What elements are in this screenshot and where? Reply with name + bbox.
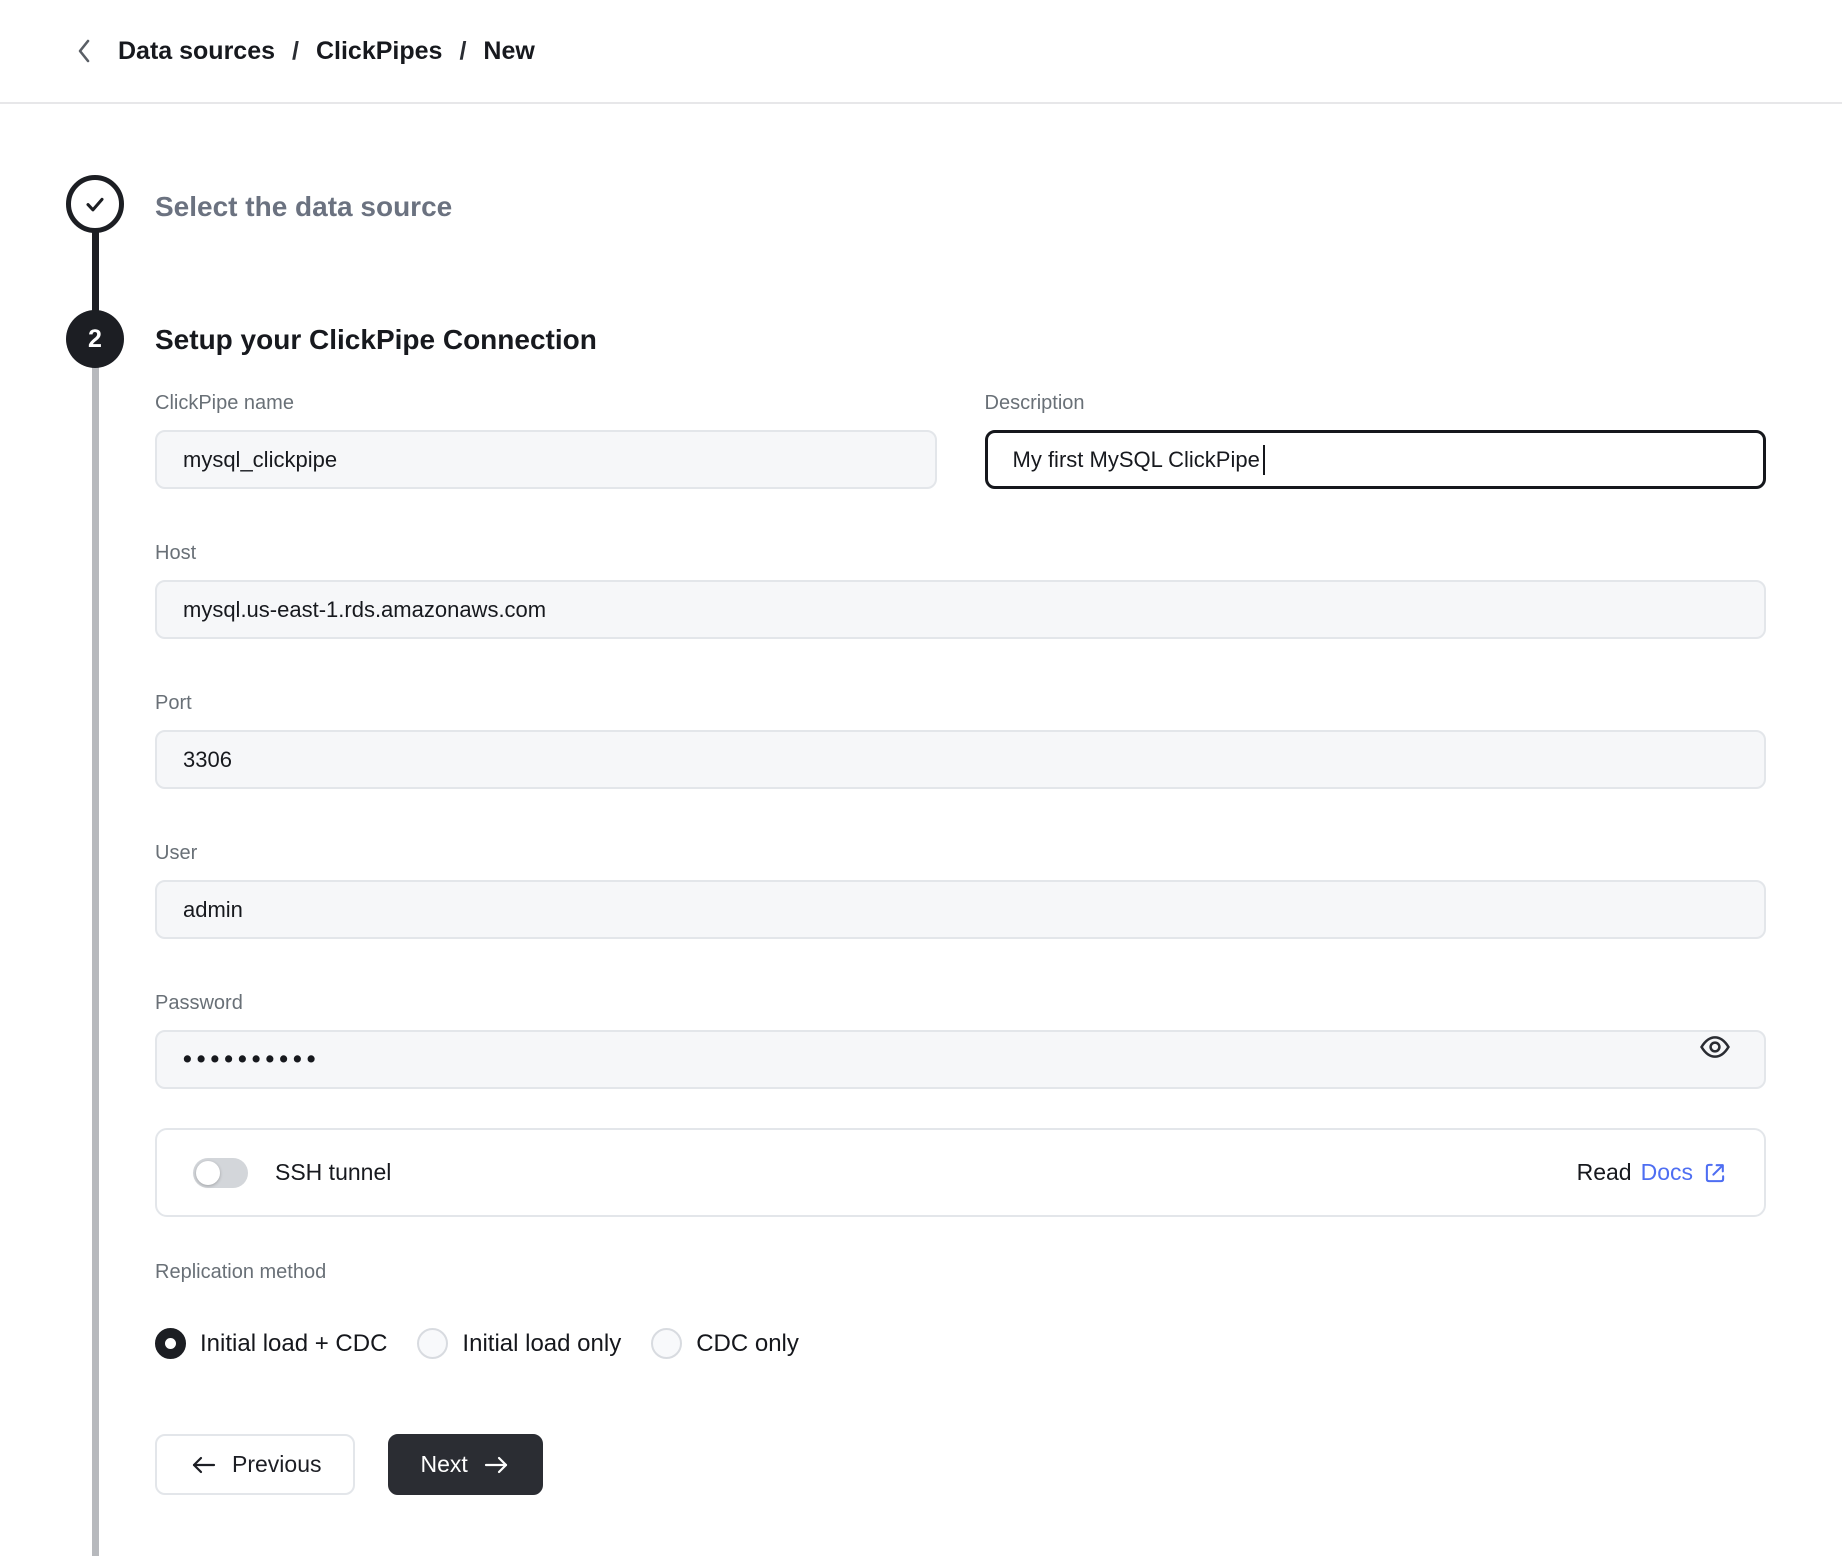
- radio-selected-icon: [155, 1328, 186, 1359]
- next-button[interactable]: Next: [388, 1434, 542, 1495]
- ssh-tunnel-label: SSH tunnel: [275, 1159, 391, 1186]
- password-label: Password: [155, 991, 1766, 1015]
- radio-label: Initial load + CDC: [200, 1330, 387, 1358]
- host-input[interactable]: [155, 580, 1766, 639]
- docs-link-label: Docs: [1641, 1159, 1693, 1186]
- host-group: Host: [155, 541, 1766, 639]
- radio-unselected-icon: [417, 1328, 448, 1359]
- back-button[interactable]: [64, 31, 104, 71]
- description-input[interactable]: My first MySQL ClickPipe: [985, 430, 1767, 489]
- radio-initial-load-cdc[interactable]: Initial load + CDC: [155, 1328, 387, 1359]
- breadcrumb-separator: /: [292, 37, 299, 66]
- step-rail-line: [92, 366, 99, 1556]
- previous-button-label: Previous: [232, 1451, 321, 1478]
- ssh-tunnel-toggle[interactable]: [193, 1158, 248, 1188]
- arrow-right-icon: [483, 1454, 511, 1476]
- description-group: Description My first MySQL ClickPipe: [985, 391, 1767, 489]
- port-group: Port: [155, 691, 1766, 789]
- chevron-left-icon: [75, 38, 93, 64]
- clickpipe-setup-page: Data sources / ClickPipes / New 2 Select…: [0, 0, 1842, 1556]
- ssh-docs-area: Read Docs: [1577, 1159, 1728, 1186]
- next-button-label: Next: [420, 1451, 467, 1478]
- step1-indicator-completed: [66, 175, 124, 233]
- step2-number: 2: [88, 325, 102, 354]
- breadcrumb-new: New: [483, 37, 534, 66]
- breadcrumb-separator: /: [459, 37, 466, 66]
- ssh-tunnel-card: SSH tunnel Read Docs: [155, 1128, 1766, 1217]
- radio-unselected-icon: [651, 1328, 682, 1359]
- check-icon: [81, 190, 109, 218]
- wizard-actions: Previous Next: [155, 1434, 1766, 1495]
- port-label: Port: [155, 691, 1766, 715]
- user-label: User: [155, 841, 1766, 865]
- arrow-left-icon: [189, 1454, 217, 1476]
- replication-method-label: Replication method: [155, 1261, 1766, 1284]
- toggle-knob: [196, 1161, 220, 1185]
- description-label: Description: [985, 391, 1767, 415]
- step1-title: Select the data source: [155, 190, 1766, 224]
- external-link-icon: [1702, 1160, 1728, 1186]
- read-text: Read: [1577, 1159, 1632, 1186]
- radio-initial-load-only[interactable]: Initial load only: [417, 1328, 621, 1359]
- text-cursor: [1263, 445, 1265, 475]
- show-password-button[interactable]: [1696, 1028, 1734, 1066]
- radio-label: CDC only: [696, 1330, 799, 1358]
- user-input[interactable]: [155, 880, 1766, 939]
- breadcrumb-bar: Data sources / ClickPipes / New: [0, 0, 1842, 104]
- step2-indicator-current: 2: [66, 310, 124, 368]
- password-group: Password: [155, 991, 1766, 1089]
- breadcrumb-clickpipes[interactable]: ClickPipes: [316, 37, 442, 66]
- wizard-content: Select the data source Setup your ClickP…: [155, 190, 1766, 1495]
- breadcrumb: Data sources / ClickPipes / New: [118, 37, 535, 66]
- user-group: User: [155, 841, 1766, 939]
- previous-button[interactable]: Previous: [155, 1434, 355, 1495]
- clickpipe-name-group: ClickPipe name: [155, 391, 937, 489]
- step-connector-line: [92, 230, 99, 314]
- replication-options: Initial load + CDC Initial load only CDC…: [155, 1328, 1766, 1359]
- step2-title: Setup your ClickPipe Connection: [155, 323, 1766, 357]
- description-value: My first MySQL ClickPipe: [1013, 447, 1260, 473]
- clickpipe-name-label: ClickPipe name: [155, 391, 937, 415]
- breadcrumb-data-sources[interactable]: Data sources: [118, 37, 275, 66]
- host-label: Host: [155, 541, 1766, 565]
- radio-label: Initial load only: [462, 1330, 621, 1358]
- password-input[interactable]: [155, 1030, 1766, 1089]
- docs-link[interactable]: Docs: [1641, 1159, 1728, 1186]
- port-input[interactable]: [155, 730, 1766, 789]
- eye-icon: [1698, 1030, 1732, 1064]
- name-description-row: ClickPipe name Description My first MySQ…: [155, 391, 1766, 489]
- radio-cdc-only[interactable]: CDC only: [651, 1328, 799, 1359]
- clickpipe-name-input[interactable]: [155, 430, 937, 489]
